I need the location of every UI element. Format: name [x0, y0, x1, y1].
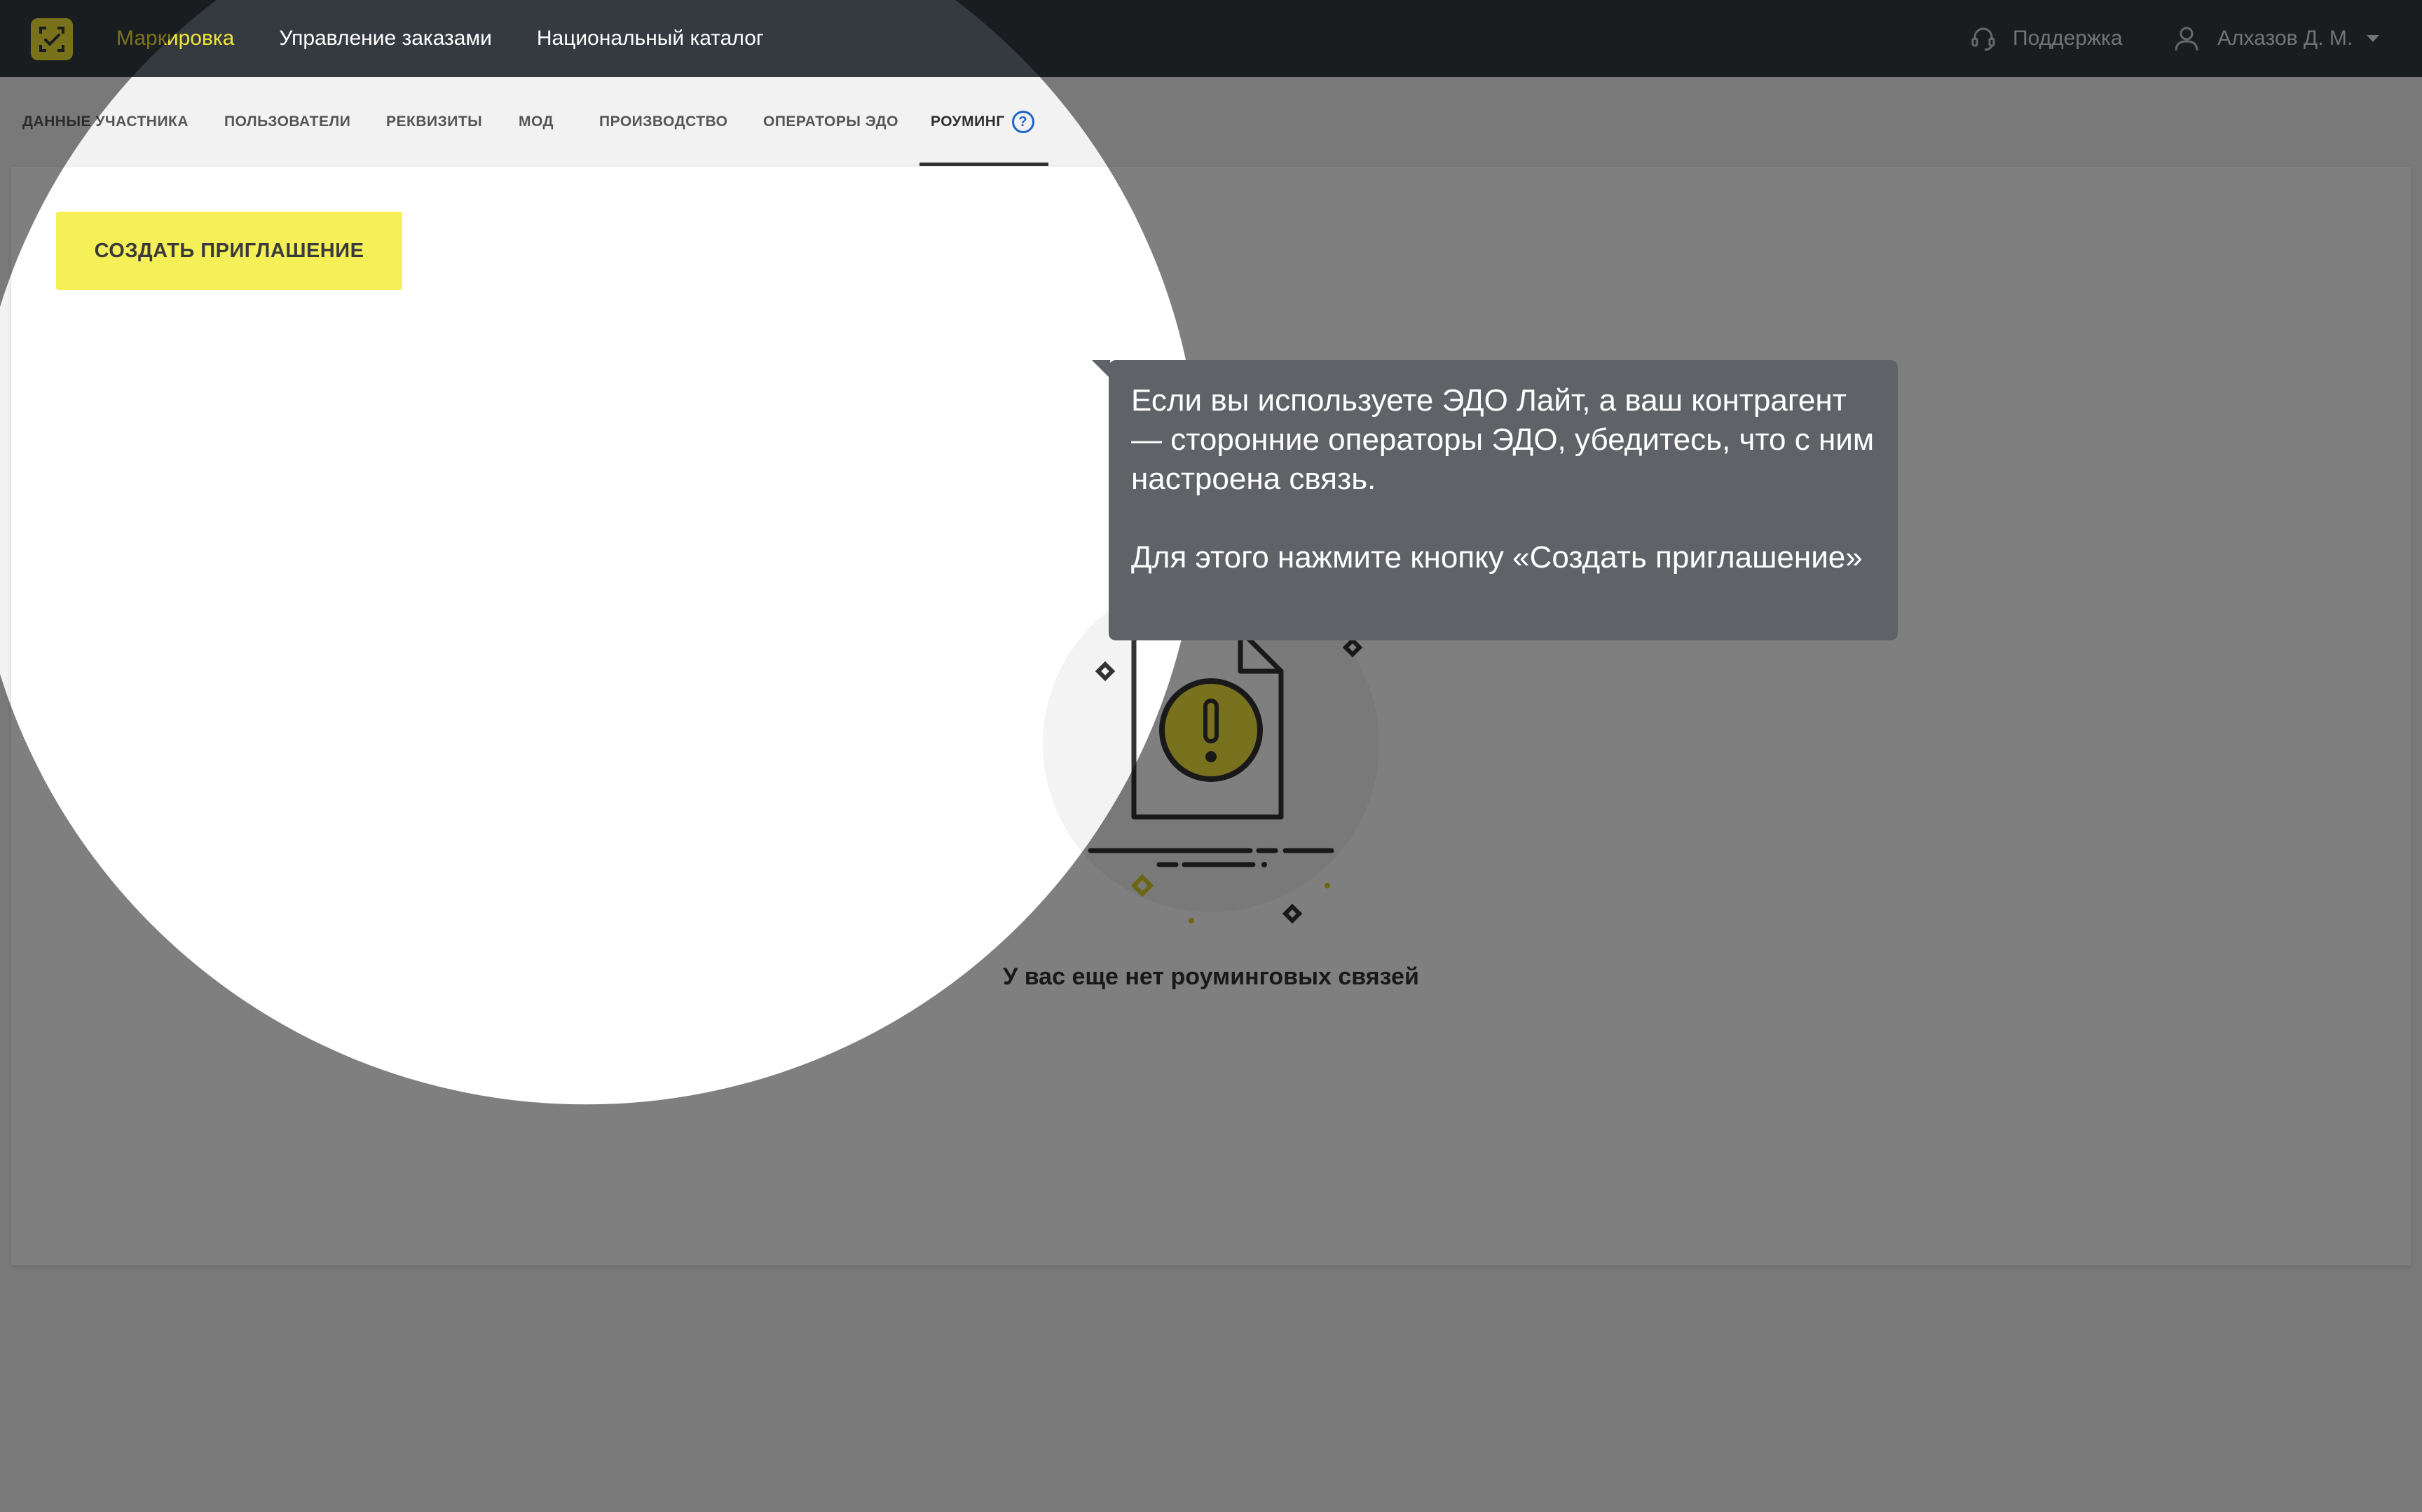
user-icon — [2175, 27, 2198, 51]
nav-order-management[interactable]: Управление заказами — [279, 27, 492, 50]
nav-markirovka[interactable]: Маркировка — [116, 27, 234, 50]
tab-roaming[interactable]: РОУМИНГ ? — [931, 77, 1034, 167]
headset-icon — [1971, 27, 1995, 51]
top-nav: Маркировка Управление заказами Националь… — [116, 0, 809, 77]
create-invitation-button[interactable]: СОЗДАТЬ ПРИГЛАШЕНИЕ — [56, 212, 402, 290]
tab-users[interactable]: ПОЛЬЗОВАТЕЛИ — [224, 77, 350, 167]
support-label: Поддержка — [2013, 27, 2123, 50]
tab-label: ОПЕРАТОРЫ ЭДО — [763, 114, 898, 130]
chevron-down-icon — [2367, 35, 2380, 42]
nav-national-catalog[interactable]: Национальный каталог — [537, 27, 764, 50]
tab-participant-data[interactable]: ДАННЫЕ УЧАСТНИКА — [22, 77, 189, 167]
tab-edo-operators[interactable]: ОПЕРАТОРЫ ЭДО — [763, 77, 898, 167]
tab-label: РЕКВИЗИТЫ — [386, 114, 483, 130]
user-name: Алхазов Д. М. — [2217, 27, 2353, 50]
tab-requisites[interactable]: РЕКВИЗИТЫ — [386, 77, 482, 167]
onboarding-tooltip: Если вы используете ЭДО Лайт, а ваш конт… — [1092, 360, 1898, 640]
tab-label: РОУМИНГ — [931, 114, 1005, 130]
tooltip-paragraph-1: Если вы используете ЭДО Лайт, а ваш конт… — [1131, 383, 1875, 496]
user-menu[interactable]: Алхазов Д. М. — [2173, 0, 2380, 77]
top-bar: Маркировка Управление заказами Националь… — [0, 0, 2422, 77]
empty-state-message: У вас еще нет роуминговых связей — [1003, 963, 1419, 990]
empty-document-warning-icon — [1043, 589, 1379, 924]
tab-production[interactable]: ПРОИЗВОДСТВО — [599, 77, 728, 167]
tooltip-paragraph-2: Для этого нажмите кнопку «Создать пригла… — [1131, 540, 1863, 575]
question-circle-icon[interactable]: ? — [1011, 111, 1034, 133]
app-logo-icon[interactable] — [31, 18, 73, 60]
active-tab-indicator — [919, 163, 1048, 166]
tab-bar: ДАННЫЕ УЧАСТНИКА ПОЛЬЗОВАТЕЛИ РЕКВИЗИТЫ … — [0, 77, 2422, 167]
tab-label: ПРОИЗВОДСТВО — [599, 114, 728, 130]
tab-label: ДАННЫЕ УЧАСТНИКА — [22, 114, 189, 130]
tab-label: МОД — [519, 114, 554, 130]
tab-label: ПОЛЬЗОВАТЕЛИ — [224, 114, 351, 130]
support-link[interactable]: Поддержка — [1969, 0, 2123, 77]
tab-mod[interactable]: МОД — [519, 77, 554, 167]
